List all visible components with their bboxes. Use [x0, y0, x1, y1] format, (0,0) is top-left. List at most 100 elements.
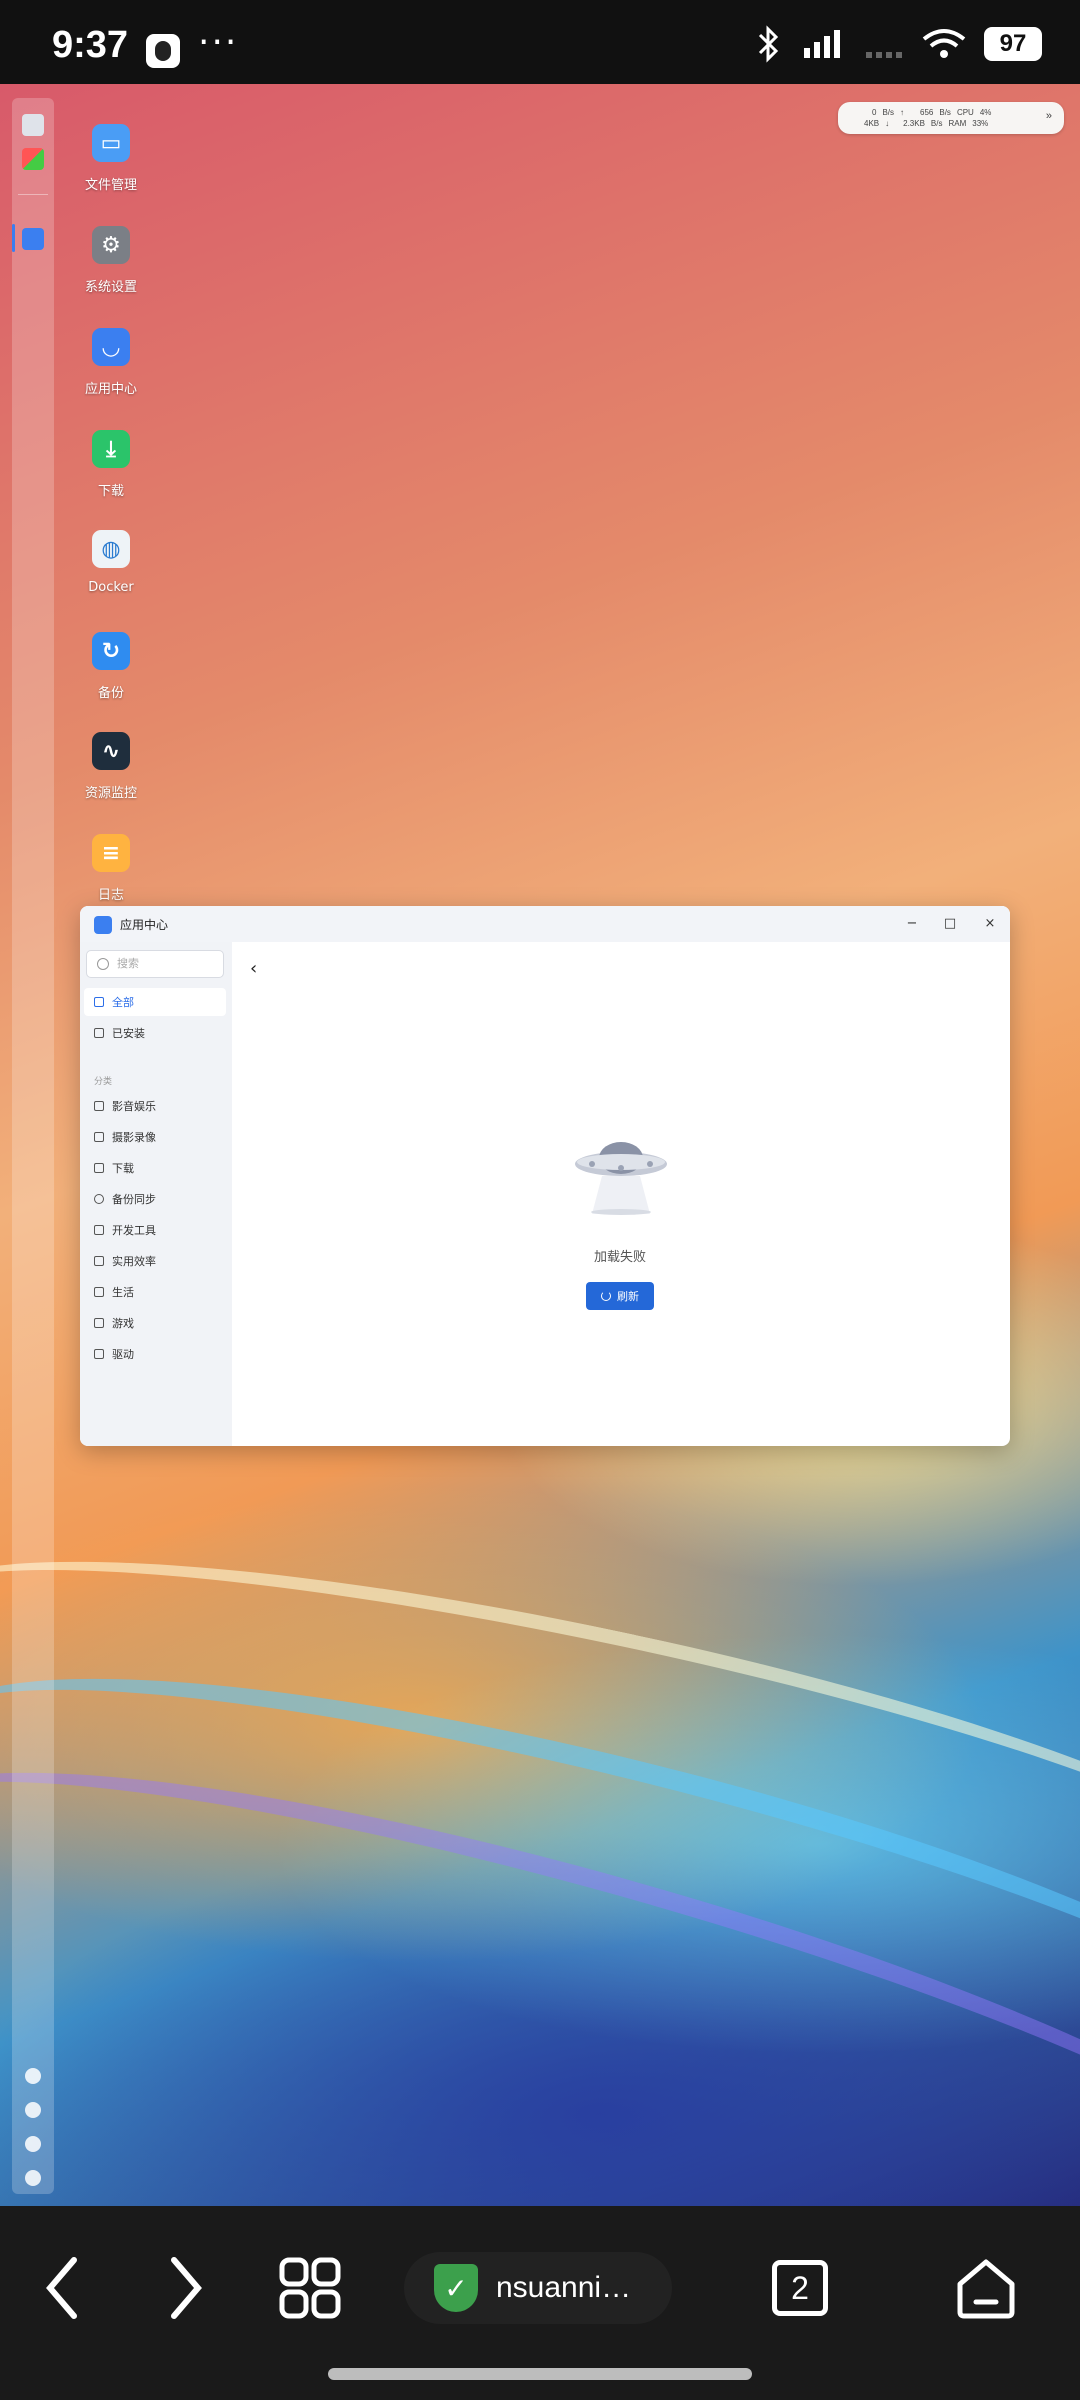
- load-failed-message: 加载失败: [593, 1250, 646, 1265]
- gear-icon[interactable]: [25, 2170, 41, 2186]
- home-button[interactable]: [946, 2248, 1026, 2328]
- download-arrow: ↓: [885, 119, 890, 128]
- search-icon: [97, 958, 109, 970]
- maximize-button[interactable]: □: [936, 910, 964, 938]
- bell-icon[interactable]: [25, 2102, 41, 2118]
- forward-button[interactable]: [146, 2248, 226, 2328]
- status-bar: 9:37 ··· 97: [0, 0, 1080, 84]
- folder-icon: ▭: [92, 124, 130, 162]
- log-icon: ≡: [92, 834, 130, 872]
- tx-unit: B/s: [939, 108, 951, 117]
- grid-icon: [279, 2257, 341, 2319]
- back-button[interactable]: ‹: [250, 958, 257, 979]
- refresh-button[interactable]: 刷新: [586, 1282, 654, 1310]
- window-titlebar[interactable]: 应用中心 − □ ×: [80, 906, 1010, 942]
- tx-speed: 2.3KB: [903, 119, 925, 128]
- category-heading: 分类: [94, 1077, 113, 1087]
- close-button[interactable]: ×: [976, 910, 1004, 938]
- monitor-icon: ∿: [92, 732, 130, 770]
- nav-item-category[interactable]: 下载: [84, 1154, 226, 1182]
- desktop-app-settings[interactable]: ⚙ 系统设置: [76, 226, 146, 295]
- sidebar-dock: [12, 98, 54, 2194]
- chevron-right-icon: [171, 2257, 202, 2319]
- dock-separator: [18, 194, 48, 195]
- chevron-down-icon[interactable]: »: [1046, 110, 1052, 122]
- tab-count: 2: [772, 2260, 828, 2316]
- more-notifications: ···: [198, 22, 239, 63]
- sync-icon: [94, 1194, 104, 1204]
- nav-item-category[interactable]: 驱动: [84, 1340, 226, 1368]
- cpu-value: 4%: [979, 108, 992, 117]
- store-icon: ◡: [92, 328, 130, 366]
- cube-icon: [94, 1349, 104, 1359]
- apps-menu-button[interactable]: [270, 2248, 350, 2328]
- docker-icon: ◍: [92, 530, 130, 568]
- nav-item-category[interactable]: 开发工具: [84, 1216, 226, 1244]
- nav-item-category[interactable]: 备份同步: [84, 1185, 226, 1213]
- clock: 9:37: [52, 24, 129, 66]
- backup-icon: ↻: [92, 632, 130, 670]
- store-icon[interactable]: [22, 228, 44, 250]
- search-placeholder: 搜索: [117, 957, 139, 970]
- tabs-button[interactable]: 2: [760, 2248, 840, 2328]
- tx-unit: B/s: [930, 119, 943, 128]
- nav-item-category[interactable]: 实用效率: [84, 1247, 226, 1275]
- battery-indicator: 97: [984, 27, 1042, 61]
- nav-item-all[interactable]: 全部: [84, 988, 226, 1016]
- installed-icon: [94, 1028, 104, 1038]
- desktop-app-backup[interactable]: ↻ 备份: [76, 632, 146, 701]
- grid-icon: [94, 997, 104, 1007]
- wifi-icon: [922, 29, 966, 58]
- nav-item-installed[interactable]: 已安装: [84, 1019, 226, 1047]
- cpu-label: CPU: [956, 108, 974, 117]
- bluetooth-icon: [758, 25, 779, 63]
- apps-grid-icon[interactable]: [22, 148, 44, 170]
- signal-icon: [804, 30, 840, 58]
- home-icon: [957, 2259, 1015, 2319]
- camera-icon: [94, 1132, 104, 1142]
- refresh-icon: [601, 1291, 611, 1301]
- window-title: 应用中心: [120, 918, 169, 932]
- upload-arrow: ↑: [900, 108, 905, 117]
- address-bar[interactable]: ✓ nsuanni…: [404, 2252, 672, 2324]
- ram-label: RAM: [948, 119, 967, 128]
- app-center-window: 应用中心 − □ × 搜索 全部 已安装 分类 影音娱乐 摄影录像 下载 备份同…: [80, 906, 1010, 1446]
- ufo-empty-state-icon: [575, 1142, 667, 1215]
- desktop-app-store[interactable]: ◡ 应用中心: [76, 328, 146, 397]
- rx-speed: 4KB: [864, 119, 880, 128]
- dock-active-indicator: [12, 224, 15, 252]
- download-icon: [94, 1163, 104, 1173]
- gamepad-icon: [94, 1318, 104, 1328]
- nav-item-category[interactable]: 影音娱乐: [84, 1092, 226, 1120]
- store-icon: [94, 916, 112, 934]
- category-sidebar: 搜索 全部 已安装 分类 影音娱乐 摄影录像 下载 备份同步 开发工具 实用效率…: [80, 942, 232, 1446]
- desktop-app-log[interactable]: ≡ 日志: [76, 834, 146, 903]
- url-text: nsuanni…: [496, 2271, 632, 2304]
- qq-notification-icon: [146, 34, 180, 68]
- desktop-app-file-manager[interactable]: ▭ 文件管理: [76, 124, 146, 193]
- nav-item-category[interactable]: 生活: [84, 1278, 226, 1306]
- download-icon: ⤓: [92, 430, 130, 468]
- gesture-home-indicator[interactable]: [328, 2368, 752, 2380]
- security-shield-icon: ✓: [434, 2264, 478, 2312]
- dock-extra-icon[interactable]: [25, 2068, 41, 2084]
- search-input[interactable]: 搜索: [86, 950, 224, 978]
- chevron-left-icon: [46, 2257, 77, 2319]
- briefcase-icon: [94, 1256, 104, 1266]
- cup-icon: [94, 1287, 104, 1297]
- nav-item-category[interactable]: 摄影录像: [84, 1123, 226, 1151]
- nav-item-category[interactable]: 游戏: [84, 1309, 226, 1337]
- minimize-button[interactable]: −: [898, 910, 926, 938]
- code-icon: [94, 1225, 104, 1235]
- desktop-app-docker[interactable]: ◍ Docker: [76, 530, 146, 595]
- signal-2-icon: [866, 52, 902, 58]
- desktop-icon[interactable]: [22, 114, 44, 136]
- desktop-app-resource-monitor[interactable]: ∿ 资源监控: [76, 732, 146, 801]
- network-monitor-widget[interactable]: 0 B/s ↑ 656 B/s CPU 4% 4KB ↓ 2.3KB B/s R…: [838, 102, 1064, 134]
- tx-speed: 656: [920, 108, 934, 117]
- back-button[interactable]: [22, 2248, 102, 2328]
- desktop-app-download[interactable]: ⤓ 下载: [76, 430, 146, 499]
- user-icon[interactable]: [25, 2136, 41, 2152]
- video-icon: [94, 1101, 104, 1111]
- gear-icon: ⚙: [92, 226, 130, 264]
